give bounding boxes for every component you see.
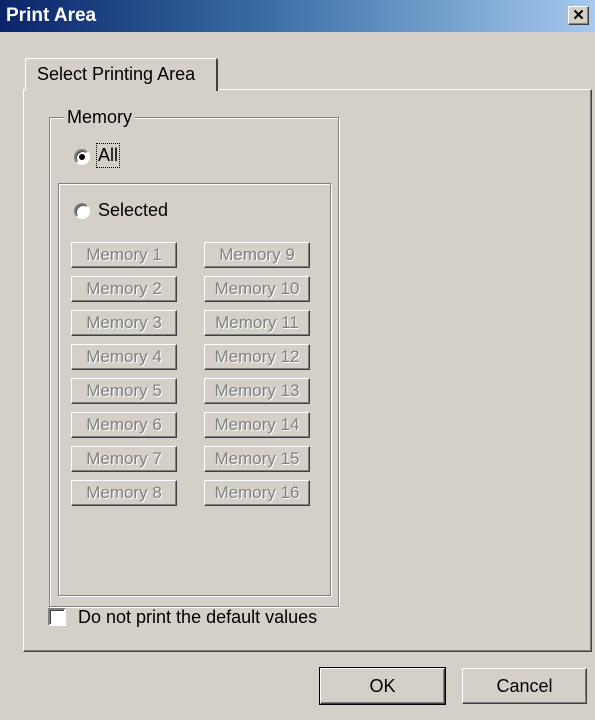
window-title: Print Area [6,5,97,26]
memory-button-5[interactable]: Memory 5 [71,378,177,404]
memory-button-13[interactable]: Memory 13 [204,378,310,404]
cancel-button[interactable]: Cancel [462,668,587,704]
no-default-values-checkbox[interactable] [48,608,66,626]
selected-radio-label[interactable]: Selected [98,200,168,221]
memory-button-3[interactable]: Memory 3 [71,310,177,336]
memory-button-6[interactable]: Memory 6 [71,412,177,438]
memory-button-8[interactable]: Memory 8 [71,480,177,506]
close-icon[interactable]: ✕ [568,6,589,25]
memory-button-7[interactable]: Memory 7 [71,446,177,472]
ok-button[interactable]: OK [319,667,446,705]
title-bar: Print Area ✕ [0,0,595,32]
memory-button-15[interactable]: Memory 15 [204,446,310,472]
memory-button-12[interactable]: Memory 12 [204,344,310,370]
all-radio[interactable] [74,149,90,165]
tab-label: Select Printing Area [37,64,196,84]
memory-button-16[interactable]: Memory 16 [204,480,310,506]
memory-button-11[interactable]: Memory 11 [204,310,310,336]
memory-group-label: Memory [64,107,136,128]
tab-select-printing-area[interactable]: Select Printing Area [25,58,218,91]
memory-button-1[interactable]: Memory 1 [71,242,177,268]
all-radio-label[interactable]: All [95,143,121,168]
no-default-values-label[interactable]: Do not print the default values [78,607,317,628]
memory-button-10[interactable]: Memory 10 [204,276,310,302]
memory-button-9[interactable]: Memory 9 [204,242,310,268]
memory-button-4[interactable]: Memory 4 [71,344,177,370]
selected-radio[interactable] [74,203,90,219]
memory-button-2[interactable]: Memory 2 [71,276,177,302]
memory-button-14[interactable]: Memory 14 [204,412,310,438]
